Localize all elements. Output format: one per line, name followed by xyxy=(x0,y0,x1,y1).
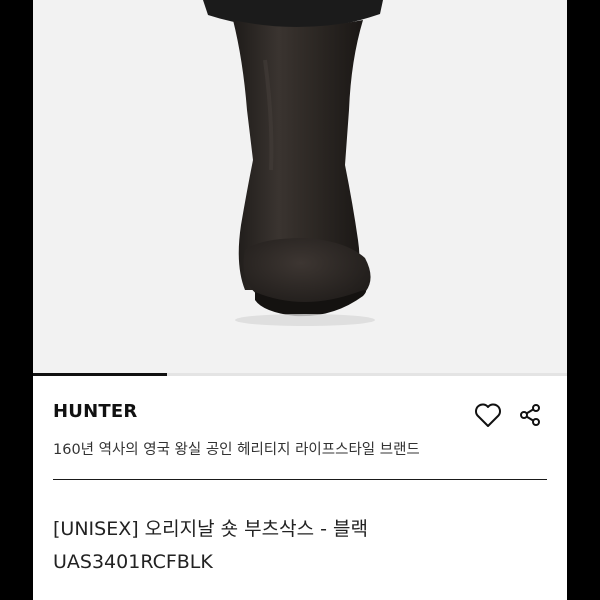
product-title: [UNISEX] 오리지날 숏 부츠삭스 - 블랙 xyxy=(53,518,368,540)
boot-illustration xyxy=(203,0,383,326)
image-carousel-progress-fill xyxy=(33,373,167,376)
image-carousel-progress xyxy=(33,373,567,376)
product-image[interactable] xyxy=(33,0,567,373)
product-code: UAS3401RCFBLK xyxy=(53,551,213,573)
brand-description: 160년 역사의 영국 왕실 공인 헤리티지 라이프스타일 브랜드 xyxy=(53,442,420,458)
heart-outline-icon xyxy=(475,403,501,427)
section-divider xyxy=(53,479,547,480)
share-button[interactable] xyxy=(516,401,544,429)
wishlist-button[interactable] xyxy=(473,400,503,430)
brand-name[interactable]: HUNTER xyxy=(53,401,137,422)
product-page: HUNTER 160년 역사의 영국 왕실 공인 헤리티지 라이프스타일 브랜드… xyxy=(33,0,567,600)
share-icon xyxy=(520,404,540,426)
